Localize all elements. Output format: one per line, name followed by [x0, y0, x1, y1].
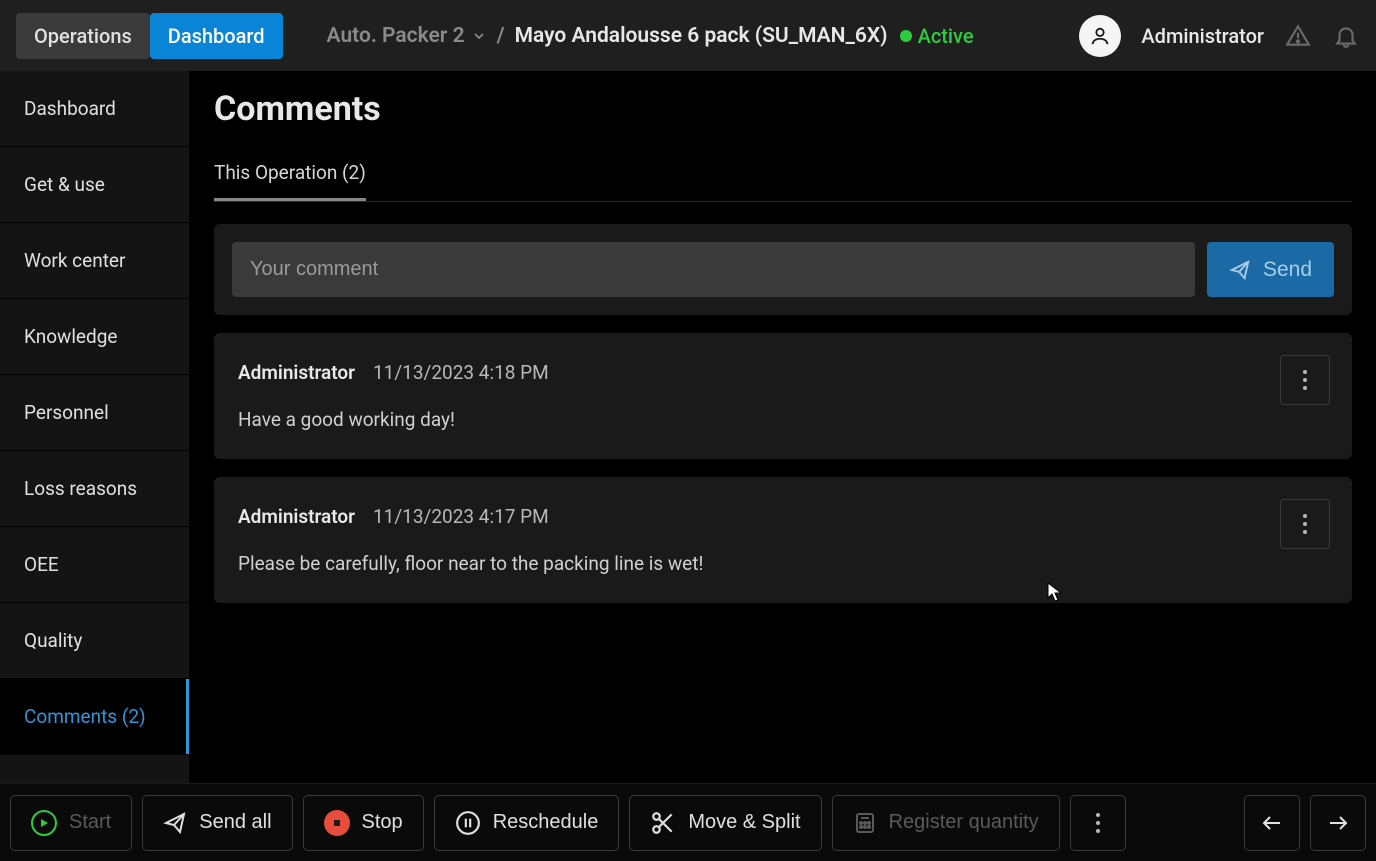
user-name: Administrator	[1141, 24, 1264, 48]
comment-menu-button[interactable]	[1280, 499, 1330, 549]
content-tab-row: This Operation (2)	[214, 161, 1352, 202]
comment-menu-button[interactable]	[1280, 355, 1330, 405]
sidebar-item-personnel[interactable]: Personnel	[0, 375, 189, 451]
prev-button[interactable]	[1244, 795, 1300, 851]
stop-label: Stop	[362, 811, 403, 834]
user-icon	[1089, 25, 1111, 47]
notifications-button[interactable]	[1332, 22, 1360, 50]
nav-arrows	[1244, 795, 1366, 851]
comment-card: Administrator 11/13/2023 4:17 PM Please …	[214, 477, 1352, 603]
reschedule-button[interactable]: Reschedule	[434, 795, 620, 851]
sidebar: Dashboard Get & use Work center Knowledg…	[0, 71, 190, 783]
comment-body: Please be carefully, floor near to the p…	[238, 552, 1328, 575]
comment-author: Administrator	[238, 361, 355, 384]
pause-circle-icon	[455, 810, 481, 836]
sidebar-item-knowledge[interactable]: Knowledge	[0, 299, 189, 375]
dots-vertical-icon	[1095, 812, 1101, 834]
comment-body: Have a good working day!	[238, 408, 1328, 431]
send-all-label: Send all	[199, 811, 271, 834]
alert-triangle-icon	[1285, 23, 1311, 49]
dots-vertical-icon	[1302, 369, 1308, 391]
breadcrumb-machine-label: Auto. Packer 2	[327, 24, 465, 48]
arrow-right-icon	[1326, 811, 1350, 835]
move-split-button[interactable]: Move & Split	[629, 795, 821, 851]
comment-input-row: Send	[214, 224, 1352, 315]
start-button[interactable]: Start	[10, 795, 132, 851]
topbar: Operations Dashboard Auto. Packer 2 / Ma…	[0, 0, 1376, 71]
play-icon	[31, 810, 57, 836]
sidebar-item-oee[interactable]: OEE	[0, 527, 189, 603]
bell-icon	[1333, 23, 1359, 49]
dots-vertical-icon	[1302, 513, 1308, 535]
status-text: Active	[918, 24, 974, 48]
comment-time: 11/13/2023 4:17 PM	[373, 505, 549, 528]
stop-icon	[324, 810, 350, 836]
sidebar-item-dashboard[interactable]: Dashboard	[0, 71, 189, 147]
send-icon	[163, 811, 187, 835]
sidebar-item-get-use[interactable]: Get & use	[0, 147, 189, 223]
scissors-icon	[650, 810, 676, 836]
breadcrumb-separator: /	[497, 24, 505, 48]
register-quantity-label: Register quantity	[889, 811, 1039, 834]
breadcrumb: Auto. Packer 2 / Mayo Andalousse 6 pack …	[327, 24, 974, 48]
send-all-button[interactable]: Send all	[142, 795, 292, 851]
breadcrumb-machine[interactable]: Auto. Packer 2	[327, 24, 487, 48]
send-icon	[1229, 259, 1251, 281]
comment-author: Administrator	[238, 505, 355, 528]
sidebar-item-work-center[interactable]: Work center	[0, 223, 189, 299]
more-actions-button[interactable]	[1070, 795, 1126, 851]
comment-card: Administrator 11/13/2023 4:18 PM Have a …	[214, 333, 1352, 459]
comment-time: 11/13/2023 4:18 PM	[373, 361, 549, 384]
sidebar-item-loss-reasons[interactable]: Loss reasons	[0, 451, 189, 527]
page-title: Comments	[214, 89, 1352, 129]
topbar-right: Administrator	[1079, 15, 1360, 57]
main-content: Comments This Operation (2) Send Adminis…	[190, 71, 1376, 783]
chevron-down-icon	[471, 28, 487, 44]
reschedule-label: Reschedule	[493, 811, 599, 834]
send-button[interactable]: Send	[1207, 242, 1334, 297]
sidebar-item-quality[interactable]: Quality	[0, 603, 189, 679]
arrow-left-icon	[1260, 811, 1284, 835]
status-dot-icon	[900, 30, 912, 42]
next-button[interactable]	[1310, 795, 1366, 851]
alert-button[interactable]	[1284, 22, 1312, 50]
tab-this-operation[interactable]: This Operation (2)	[214, 161, 366, 201]
sidebar-item-comments[interactable]: Comments (2)	[0, 679, 189, 755]
bottombar: Start Send all Stop Reschedule Move & Sp…	[0, 783, 1376, 861]
breadcrumb-product[interactable]: Mayo Andalousse 6 pack (SU_MAN_6X)	[515, 24, 888, 48]
tab-operations[interactable]: Operations	[16, 13, 150, 59]
move-split-label: Move & Split	[688, 811, 800, 834]
stop-button[interactable]: Stop	[303, 795, 424, 851]
start-label: Start	[69, 811, 111, 834]
tab-dashboard[interactable]: Dashboard	[150, 13, 283, 59]
avatar[interactable]	[1079, 15, 1121, 57]
send-label: Send	[1263, 258, 1312, 282]
comment-input[interactable]	[232, 242, 1195, 297]
register-quantity-button[interactable]: Register quantity	[832, 795, 1060, 851]
calculator-icon	[853, 811, 877, 835]
